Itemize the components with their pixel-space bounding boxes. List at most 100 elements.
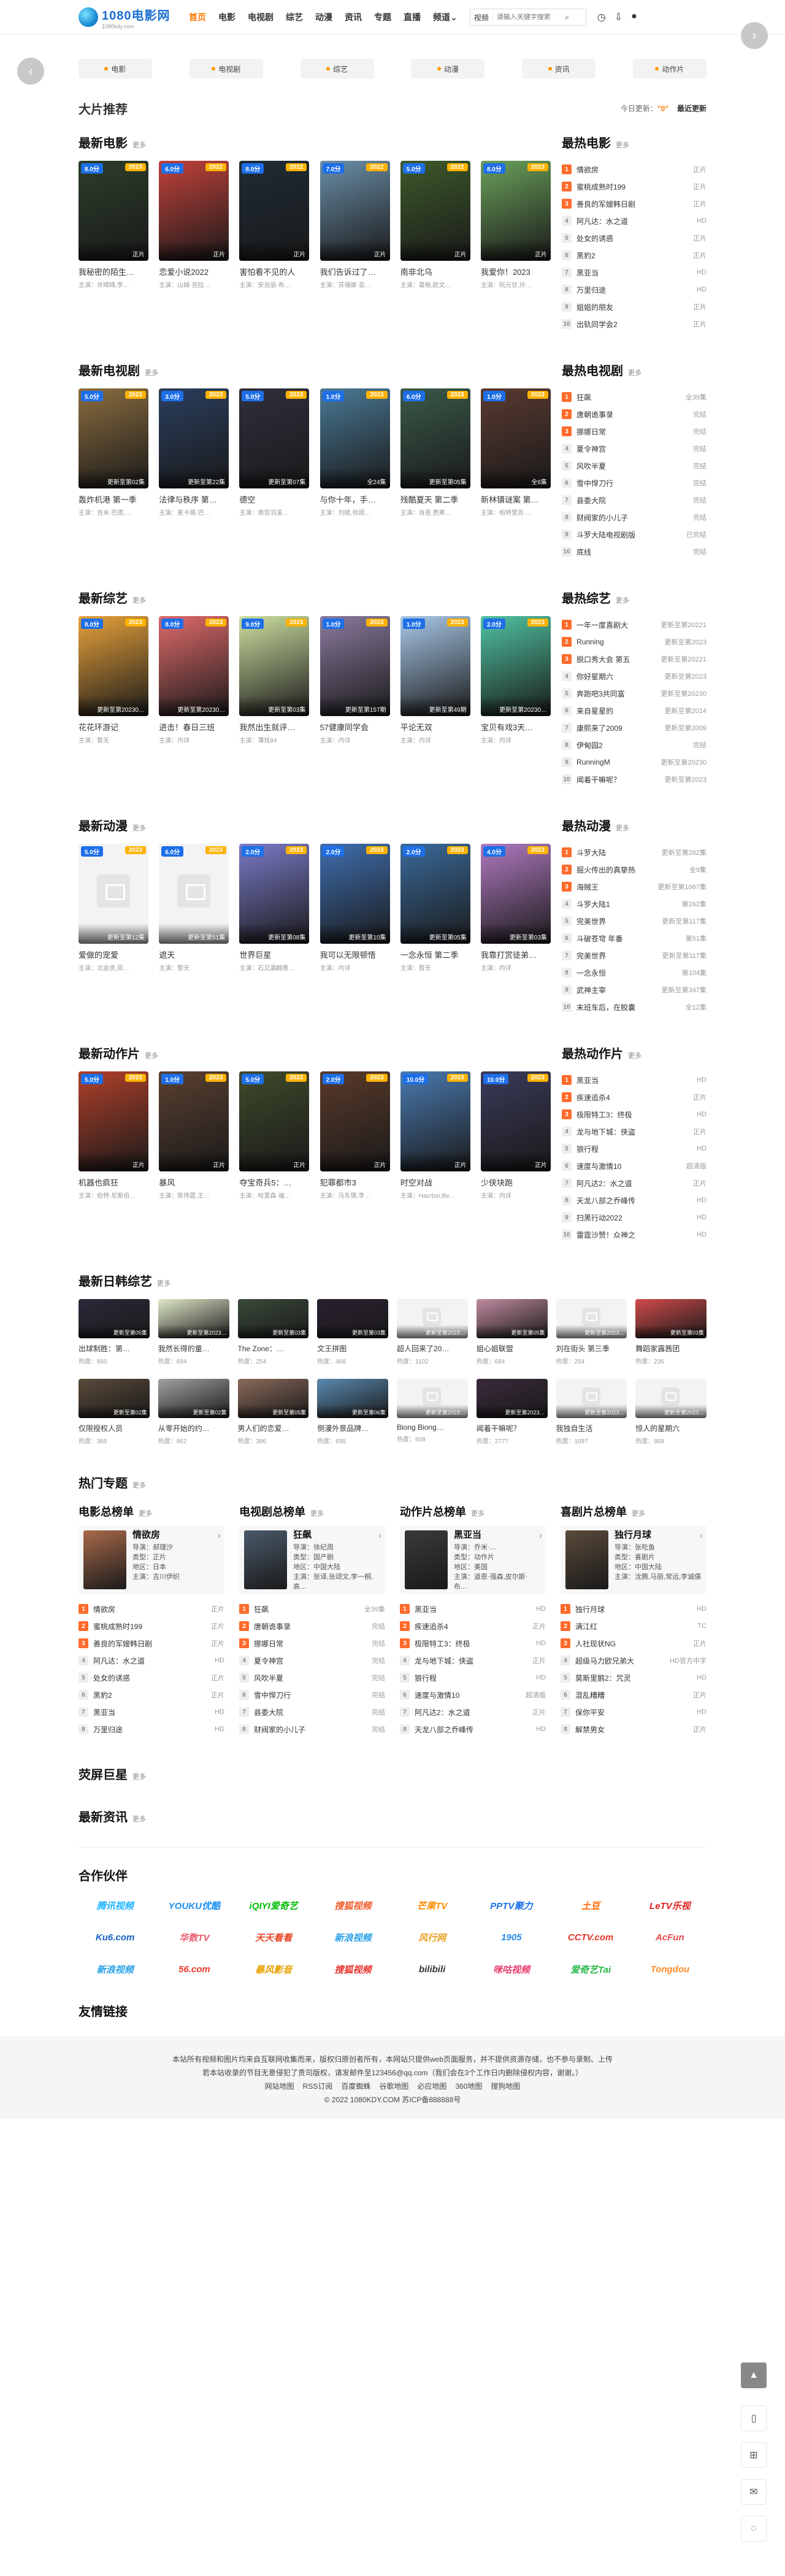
video-title[interactable]: 暴风 bbox=[159, 1176, 229, 1188]
footer-link[interactable]: 360地图 bbox=[455, 2082, 482, 2091]
partner-logo[interactable]: 腾讯视频 bbox=[78, 1894, 151, 1917]
more-link[interactable]: 更多 bbox=[628, 1051, 641, 1060]
rank-title[interactable]: 情欲房 bbox=[576, 164, 689, 175]
phone-icon[interactable]: ▯ bbox=[741, 2405, 767, 2431]
rank-item[interactable]: 1 狂飙 全39集 bbox=[562, 388, 706, 406]
rank-item[interactable]: 1 黑亚当 HD bbox=[400, 1600, 546, 1618]
video-card[interactable]: 更新至第2023… 超人回来了20… 热度：1102 bbox=[397, 1299, 468, 1365]
poster-image[interactable]: 5.0分 2023 更新至第07集 bbox=[239, 388, 310, 488]
video-title[interactable]: 宝贝有戏3天… bbox=[481, 721, 551, 733]
video-card[interactable]: 6.0分 2023 更新至第51集 遮天 主演：暂无 bbox=[159, 844, 229, 972]
more-link[interactable]: 更多 bbox=[628, 368, 641, 377]
rank-title[interactable]: 扫黑行动2022 bbox=[576, 1213, 693, 1223]
rank-title[interactable]: 阿凡达：水之道 bbox=[93, 1656, 211, 1666]
rank-title[interactable]: 天龙八部之乔峰传 bbox=[576, 1195, 693, 1206]
rank-title[interactable]: 黑亚当 bbox=[576, 1075, 693, 1086]
video-title[interactable]: 我然出生就评… bbox=[239, 721, 309, 733]
video-card[interactable]: 2.0分 2023 更新至第05集 一念永恒 第二季 主演：暂无 bbox=[400, 844, 470, 972]
category-tv[interactable]: 电视剧 bbox=[189, 59, 263, 79]
rank-title[interactable]: 县委大院 bbox=[576, 495, 689, 506]
rank-item[interactable]: 3 海贼王 更新至第1067集 bbox=[562, 878, 706, 895]
rank-item[interactable]: 6 黑豹2 正片 bbox=[562, 247, 706, 264]
video-title[interactable]: 从零开始的约… bbox=[158, 1423, 229, 1433]
rank-title[interactable]: 满江红 bbox=[575, 1621, 694, 1632]
chevron-right-icon[interactable]: › bbox=[218, 1530, 221, 1541]
video-title[interactable]: 一念永恒 第二季 bbox=[400, 949, 470, 960]
poster-image[interactable]: 更新至第05集 bbox=[237, 1379, 309, 1418]
feature-poster[interactable] bbox=[405, 1530, 448, 1589]
poster-image[interactable]: 2.0分 2023 更新至第05集 bbox=[400, 844, 470, 944]
feature-title[interactable]: 狂飙 bbox=[293, 1530, 380, 1540]
rank-item[interactable]: 3 善良的军嫂韩日剧 正片 bbox=[78, 1635, 224, 1652]
poster-image[interactable]: 1.0分 2023 全24集 bbox=[320, 388, 390, 488]
video-card[interactable]: 1.0分 2023 全24集 与你十年，手… 主演：刘姥,徐嫣… bbox=[320, 388, 390, 517]
rank-item[interactable]: 6 来自星星的 更新至第2014 bbox=[562, 702, 706, 719]
nav-item-tv[interactable]: 电视剧 bbox=[242, 0, 280, 34]
rank-title[interactable]: 掘火传出的真挚热 bbox=[576, 865, 686, 875]
rank-item[interactable]: 5 莫斯里鹅2：咒灵 HD bbox=[561, 1669, 706, 1686]
poster-image[interactable]: 7.0分 2022 正片 bbox=[320, 161, 390, 261]
poster-image[interactable]: 更新至第2023… bbox=[635, 1379, 706, 1418]
feature-poster[interactable] bbox=[83, 1530, 126, 1589]
rank-item[interactable]: 10 底线 完结 bbox=[562, 543, 706, 560]
video-card[interactable]: 更新至第03集 The Zone：… 热度：254 bbox=[237, 1299, 309, 1365]
video-title[interactable]: 进击！春日三班 bbox=[159, 721, 229, 733]
feature-poster[interactable] bbox=[565, 1530, 608, 1589]
rank-title[interactable]: 县委大院 bbox=[254, 1707, 368, 1718]
video-title[interactable]: 我们告诉过了… bbox=[320, 266, 390, 277]
poster-image[interactable]: 9.0分 2023 更新至第03集 bbox=[239, 616, 310, 716]
rank-item[interactable]: 5 风吹半夏 完结 bbox=[562, 457, 706, 474]
rank-item[interactable]: 9 姐姐的朋友 正片 bbox=[562, 298, 706, 315]
rank-title[interactable]: 脱口秀大会 第五 bbox=[576, 654, 657, 665]
video-title[interactable]: 法律与秩序 第… bbox=[159, 493, 229, 505]
rank-title[interactable]: 财阀家的小儿子 bbox=[254, 1724, 368, 1735]
footer-link[interactable]: RSS订阅 bbox=[303, 2082, 333, 2091]
nav-item-movie[interactable]: 电影 bbox=[212, 0, 242, 34]
search-type-select[interactable]: 视频 bbox=[470, 12, 493, 23]
video-card[interactable]: 1.0分 2023 更新至第49期 平论无双 主演：内详 bbox=[400, 616, 470, 744]
rank-item[interactable]: 4 夏令神宫 完结 bbox=[239, 1652, 385, 1669]
rank-item[interactable]: 9 RunningM 更新至第20230 bbox=[562, 754, 706, 771]
rank-item[interactable]: 2 疾速追杀4 正片 bbox=[400, 1618, 546, 1635]
video-card[interactable]: 1.0分 2023 全6集 新林镇谜案 第… 主演：帕特里克·… bbox=[480, 388, 551, 517]
rank-title[interactable]: 疾速追杀4 bbox=[576, 1092, 689, 1103]
rank-title[interactable]: 狼行程 bbox=[415, 1673, 532, 1683]
category-anime[interactable]: 动漫 bbox=[411, 59, 485, 79]
video-title[interactable]: 姐心姐联盟 bbox=[477, 1343, 548, 1354]
rank-item[interactable]: 4 夏令神宫 完结 bbox=[562, 440, 706, 457]
video-card[interactable]: 更新至第2023… 我独自生活 热度：1097 bbox=[556, 1379, 627, 1445]
poster-image[interactable]: 3.0分 2023 更新至第22集 bbox=[159, 388, 229, 488]
video-title[interactable]: 我独自生活 bbox=[556, 1423, 627, 1433]
rank-title[interactable]: 极限特工3：终极 bbox=[576, 1109, 693, 1120]
site-logo[interactable]: 1080电影网 1080kdy.com bbox=[78, 6, 183, 29]
rank-title[interactable]: 一年一度喜剧大 bbox=[576, 620, 657, 630]
rank-item[interactable]: 8 解禁男女 正片 bbox=[561, 1721, 706, 1738]
rank-item[interactable]: 10 雷霆沙赞！众神之 HD bbox=[562, 1226, 706, 1243]
video-title[interactable]: 时空对战 bbox=[400, 1176, 470, 1188]
topic-feature[interactable]: 黑亚当 导演：乔米·… 类型：动作片 地区：美国 主演：道恩·强森,皮尔斯·布… › bbox=[400, 1525, 546, 1594]
rank-title[interactable]: 海贼王 bbox=[576, 882, 654, 892]
poster-image[interactable]: 1.0分 2023 更新至第49期 bbox=[400, 616, 470, 716]
more-link[interactable]: 更多 bbox=[157, 1278, 170, 1288]
footer-link[interactable]: 网站地图 bbox=[265, 2082, 294, 2091]
feature-poster[interactable] bbox=[244, 1530, 287, 1589]
category-action[interactable]: 动作片 bbox=[632, 59, 706, 79]
rank-title[interactable]: 夏令神宫 bbox=[576, 444, 689, 454]
nav-item-home[interactable]: 首页 bbox=[183, 0, 212, 34]
partner-logo[interactable]: 土豆 bbox=[554, 1894, 627, 1917]
rank-title[interactable]: 奔跑吧3共同富 bbox=[576, 688, 657, 699]
rank-item[interactable]: 8 财阀家的小儿子 完结 bbox=[562, 509, 706, 526]
rank-title[interactable]: 人社现状NG bbox=[575, 1638, 689, 1649]
rank-item[interactable]: 3 挪娜日常 完结 bbox=[239, 1635, 385, 1652]
video-title[interactable]: 犯罪都市3 bbox=[320, 1176, 390, 1188]
rank-title[interactable]: 解禁男女 bbox=[575, 1724, 689, 1735]
nav-item-anime[interactable]: 动漫 bbox=[309, 0, 339, 34]
rank-title[interactable]: 疾速追杀4 bbox=[415, 1621, 529, 1632]
rank-title[interactable]: 挪娜日常 bbox=[576, 426, 689, 437]
more-link[interactable]: 更多 bbox=[632, 1508, 645, 1518]
poster-image[interactable]: 2.0分 2023 更新至第20230… bbox=[480, 616, 551, 716]
rank-item[interactable]: 3 人社现状NG 正片 bbox=[561, 1635, 706, 1652]
rank-item[interactable]: 3 挪娜日常 完结 bbox=[562, 423, 706, 440]
rank-item[interactable]: 4 阿凡达：水之道 HD bbox=[562, 212, 706, 229]
rank-item[interactable]: 5 处女的诱惑 正片 bbox=[78, 1669, 224, 1686]
